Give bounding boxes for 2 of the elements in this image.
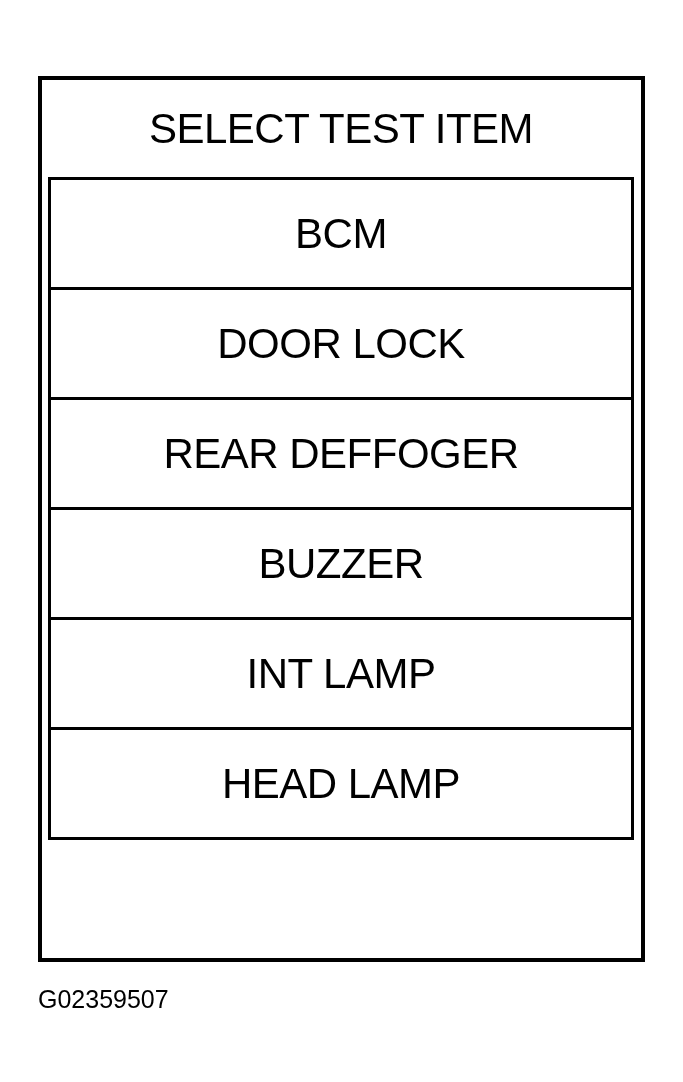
figure-id: G02359507 — [38, 985, 169, 1014]
screen-title: SELECT TEST ITEM — [147, 103, 535, 154]
